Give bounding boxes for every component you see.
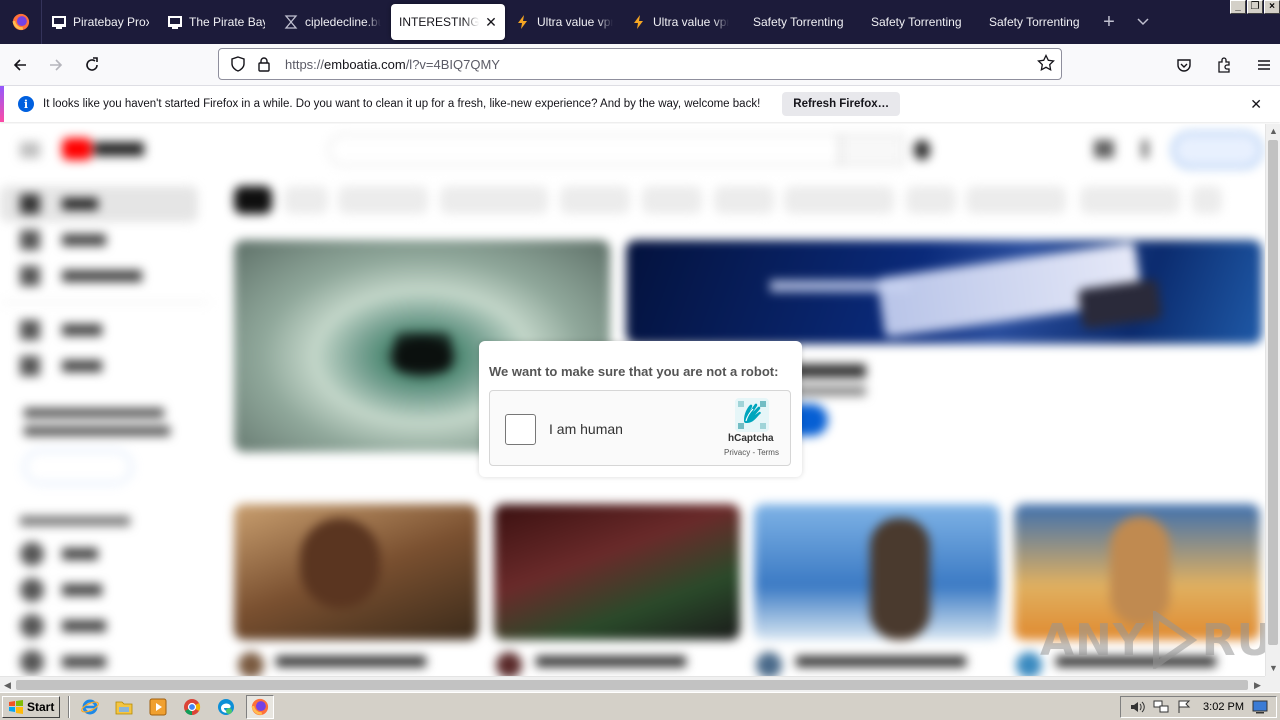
hourglass-icon <box>283 14 299 30</box>
tab-label: cipledecline.buzz <box>305 15 381 29</box>
tab-label: Safety Torrenting <box>753 15 844 29</box>
refresh-firefox-button[interactable]: Refresh Firefox… <box>782 92 901 116</box>
padlock-icon[interactable] <box>253 53 275 75</box>
horizontal-scrollbar[interactable]: ◀ ▶ <box>0 676 1265 692</box>
notification-message: It looks like you haven't started Firefo… <box>43 98 761 110</box>
tab-safety-torrenting-1[interactable]: Safety Torrenting <box>739 4 855 40</box>
window-controls: _ ❐ × <box>1230 0 1280 14</box>
show-desktop-icon[interactable] <box>1252 700 1268 714</box>
hcaptcha-logo-icon <box>735 398 769 432</box>
close-tab-icon[interactable]: ✕ <box>485 14 497 30</box>
anyrun-watermark: ANY RUN <box>1040 610 1280 670</box>
url-text[interactable]: https://emboatia.com/l?v=4BIQ7QMY <box>285 57 500 72</box>
navigation-toolbar: https://emboatia.com/l?v=4BIQ7QMY <box>0 44 1280 86</box>
tracking-shield-icon[interactable] <box>227 53 249 75</box>
hcaptcha-widget: I am human hCaptcha Privacy - Terms <box>489 390 791 466</box>
i-am-human-checkbox[interactable] <box>505 414 536 445</box>
close-window-icon[interactable]: × <box>1264 0 1280 14</box>
scroll-up-arrow-icon[interactable]: ▲ <box>1266 124 1280 139</box>
tab-ultra-value-vpn-2[interactable]: Ultra value vpn <box>623 4 737 40</box>
hcaptcha-brand: hCaptcha <box>728 433 774 444</box>
tab-the-pirate-bay[interactable]: The Pirate Bay <box>159 4 273 40</box>
media-player-icon[interactable] <box>144 695 172 719</box>
scrollbar-corner <box>1265 676 1280 692</box>
system-clock[interactable]: 3:02 PM <box>1203 701 1244 713</box>
address-bar[interactable]: https://emboatia.com/l?v=4BIQ7QMY <box>218 48 1062 80</box>
captcha-dialog: We want to make sure that you are not a … <box>479 341 802 477</box>
scroll-right-arrow-icon[interactable]: ▶ <box>1250 677 1265 693</box>
pocket-icon[interactable] <box>1168 49 1200 81</box>
info-icon: i <box>18 96 34 112</box>
chrome-icon[interactable] <box>178 695 206 719</box>
tab-safety-torrenting-3[interactable]: Safety Torrenting <box>975 4 1091 40</box>
start-button[interactable]: Start <box>2 695 61 718</box>
bolt-icon <box>515 14 531 30</box>
system-tray: 3:02 PM <box>1120 696 1277 718</box>
hamburger-menu-icon[interactable] <box>1248 49 1280 81</box>
tab-piratebay-proxy[interactable]: Piratebay Proxy <box>43 4 157 40</box>
windows-logo-icon <box>9 699 23 714</box>
tab-ultra-value-vpn-1[interactable]: Ultra value vpn <box>507 4 621 40</box>
pirate-icon <box>51 14 67 30</box>
url-scheme: https:// <box>285 56 325 72</box>
bookmark-star-icon[interactable] <box>1037 53 1055 75</box>
extensions-puzzle-icon[interactable] <box>1208 49 1240 81</box>
tab-strip: Piratebay Proxy The Pirate Bay cipledecl… <box>0 0 1280 44</box>
firefox-taskbar-icon[interactable] <box>246 694 275 719</box>
tab-label: Ultra value vpn <box>537 15 613 29</box>
network-icon[interactable] <box>1153 700 1169 714</box>
watermark-play-icon <box>1152 611 1198 669</box>
tab-label: The Pirate Bay <box>189 15 265 29</box>
watermark-text-left: ANY <box>1040 614 1146 666</box>
list-tabs-chevron-icon[interactable] <box>1126 5 1160 39</box>
refresh-firefox-notification: i It looks like you haven't started Fire… <box>0 86 1280 122</box>
reload-icon[interactable] <box>76 49 108 81</box>
back-arrow-icon[interactable] <box>4 49 36 81</box>
tab-label: Safety Torrenting <box>989 15 1080 29</box>
privacy-terms-links[interactable]: Privacy - Terms <box>724 448 779 457</box>
url-path: /l?v=4BIQ7QMY <box>405 56 500 72</box>
new-tab-plus-icon[interactable]: + <box>1092 5 1126 39</box>
scroll-left-arrow-icon[interactable]: ◀ <box>0 677 15 693</box>
start-label: Start <box>27 699 55 714</box>
tab-cipledecline[interactable]: cipledecline.buzz <box>275 4 389 40</box>
url-host: emboatia.com <box>324 56 406 72</box>
edge-icon[interactable] <box>212 695 240 719</box>
tab-label: Ultra value vpn <box>653 15 729 29</box>
tab-label: INTERESTING FILE <box>399 15 479 29</box>
minimize-window-icon[interactable]: _ <box>1230 0 1246 14</box>
toolbar-right <box>1164 49 1280 81</box>
tab-interesting-file[interactable]: INTERESTING FILE ✕ <box>391 4 505 40</box>
restore-window-icon[interactable]: ❐ <box>1247 0 1263 14</box>
pirate-icon <box>167 14 183 30</box>
close-notification-icon[interactable]: ✕ <box>1250 96 1262 113</box>
captcha-title: We want to make sure that you are not a … <box>489 364 779 379</box>
horizontal-scroll-thumb[interactable] <box>16 680 1248 690</box>
checkbox-label: I am human <box>549 421 623 437</box>
vertical-scroll-thumb[interactable] <box>1268 140 1278 645</box>
bolt-icon <box>631 14 647 30</box>
forward-arrow-icon[interactable] <box>40 49 72 81</box>
scroll-down-arrow-icon[interactable]: ▼ <box>1266 661 1280 676</box>
vertical-scrollbar[interactable]: ▲ ▼ <box>1265 124 1280 676</box>
internet-explorer-icon[interactable] <box>76 695 104 719</box>
taskbar-separator <box>68 695 71 718</box>
windows-taskbar: Start 3:02 PM <box>0 692 1280 720</box>
file-explorer-icon[interactable] <box>110 695 138 719</box>
tab-label: Piratebay Proxy <box>73 15 149 29</box>
action-center-flag-icon[interactable] <box>1177 700 1191 714</box>
volume-icon[interactable] <box>1129 700 1145 714</box>
firefox-menu-icon[interactable] <box>0 0 42 44</box>
tab-safety-torrenting-2[interactable]: Safety Torrenting <box>857 4 973 40</box>
tab-label: Safety Torrenting <box>871 15 962 29</box>
